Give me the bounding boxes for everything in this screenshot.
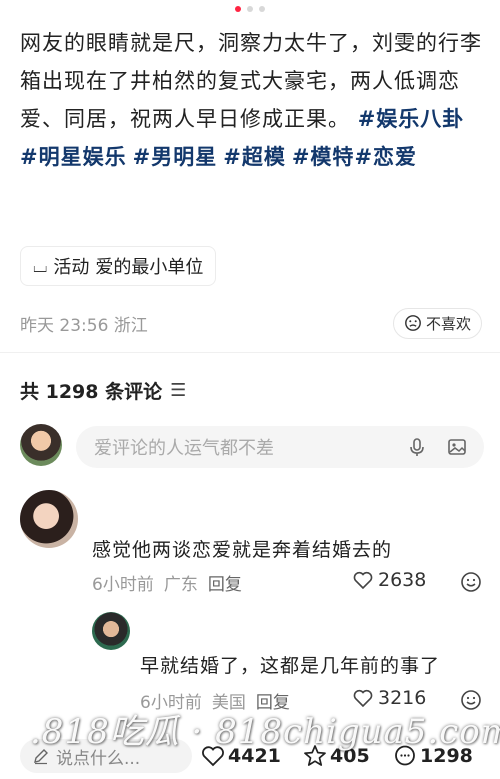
- tag-link[interactable]: #男明星: [133, 145, 218, 169]
- sort-icon[interactable]: ☰: [170, 380, 186, 401]
- avatar[interactable]: [20, 424, 62, 466]
- like-button[interactable]: 2638: [352, 569, 426, 591]
- tag-link[interactable]: #恋爱: [354, 145, 417, 169]
- comment-text: 感觉他两谈恋爱就是奔着结婚去的: [92, 539, 393, 561]
- avatar[interactable]: [92, 612, 130, 650]
- post-meta-row: 昨天 23:56 浙江 不喜欢: [20, 305, 482, 341]
- like-count: 2638: [378, 569, 427, 591]
- carousel-indicator: [0, 6, 500, 12]
- carousel-dot-active[interactable]: [235, 6, 241, 12]
- comment-location: 广东: [163, 575, 198, 595]
- comment-count: 共 1298 条评论: [20, 380, 163, 403]
- divider: [0, 352, 500, 353]
- emoji-icon[interactable]: [460, 571, 482, 593]
- comments-header: 共 1298 条评论 ☰: [20, 372, 186, 408]
- watermark: .818吃瓜 · 818chigua5.com: [30, 712, 500, 752]
- comment-text: 早就结婚了，这都是几年前的事了: [140, 655, 441, 677]
- carousel-dot[interactable]: [247, 6, 253, 12]
- sad-face-icon: [405, 315, 421, 331]
- post-body: 网友的眼睛就是尺，洞察力太牛了，刘雯的行李箱出现在了井柏然的复式大豪宅，两人低调…: [20, 24, 482, 176]
- post-meta: 昨天 23:56 浙江: [20, 315, 148, 336]
- tag-link[interactable]: #明星娱乐: [20, 145, 127, 169]
- activity-chip[interactable]: ⌴ 活动 爱的最小单位: [20, 246, 217, 286]
- microphone-icon[interactable]: [406, 436, 428, 458]
- avatar[interactable]: [20, 490, 78, 548]
- comment-time: 6小时前: [92, 575, 154, 595]
- dislike-label: 不喜欢: [425, 314, 471, 333]
- comment-input[interactable]: 爱评论的人运气都不差: [76, 426, 484, 468]
- tag-link[interactable]: #超模: [223, 145, 286, 169]
- dislike-button[interactable]: 不喜欢: [392, 307, 482, 339]
- image-icon[interactable]: [446, 436, 468, 458]
- comment-meta: 6小时前 广东 回复: [92, 570, 242, 595]
- carousel-dot[interactable]: [259, 6, 265, 12]
- activity-icon: ⌴: [33, 255, 48, 277]
- activity-name: 爱的最小单位: [95, 257, 204, 278]
- tag-link[interactable]: #娱乐八卦: [358, 107, 465, 131]
- reply-button[interactable]: 回复: [208, 570, 242, 595]
- tag-link[interactable]: #模特: [292, 145, 355, 169]
- heart-icon: [353, 571, 373, 590]
- comment-input-placeholder: 爱评论的人运气都不差: [94, 438, 274, 459]
- activity-label: 活动: [53, 257, 90, 278]
